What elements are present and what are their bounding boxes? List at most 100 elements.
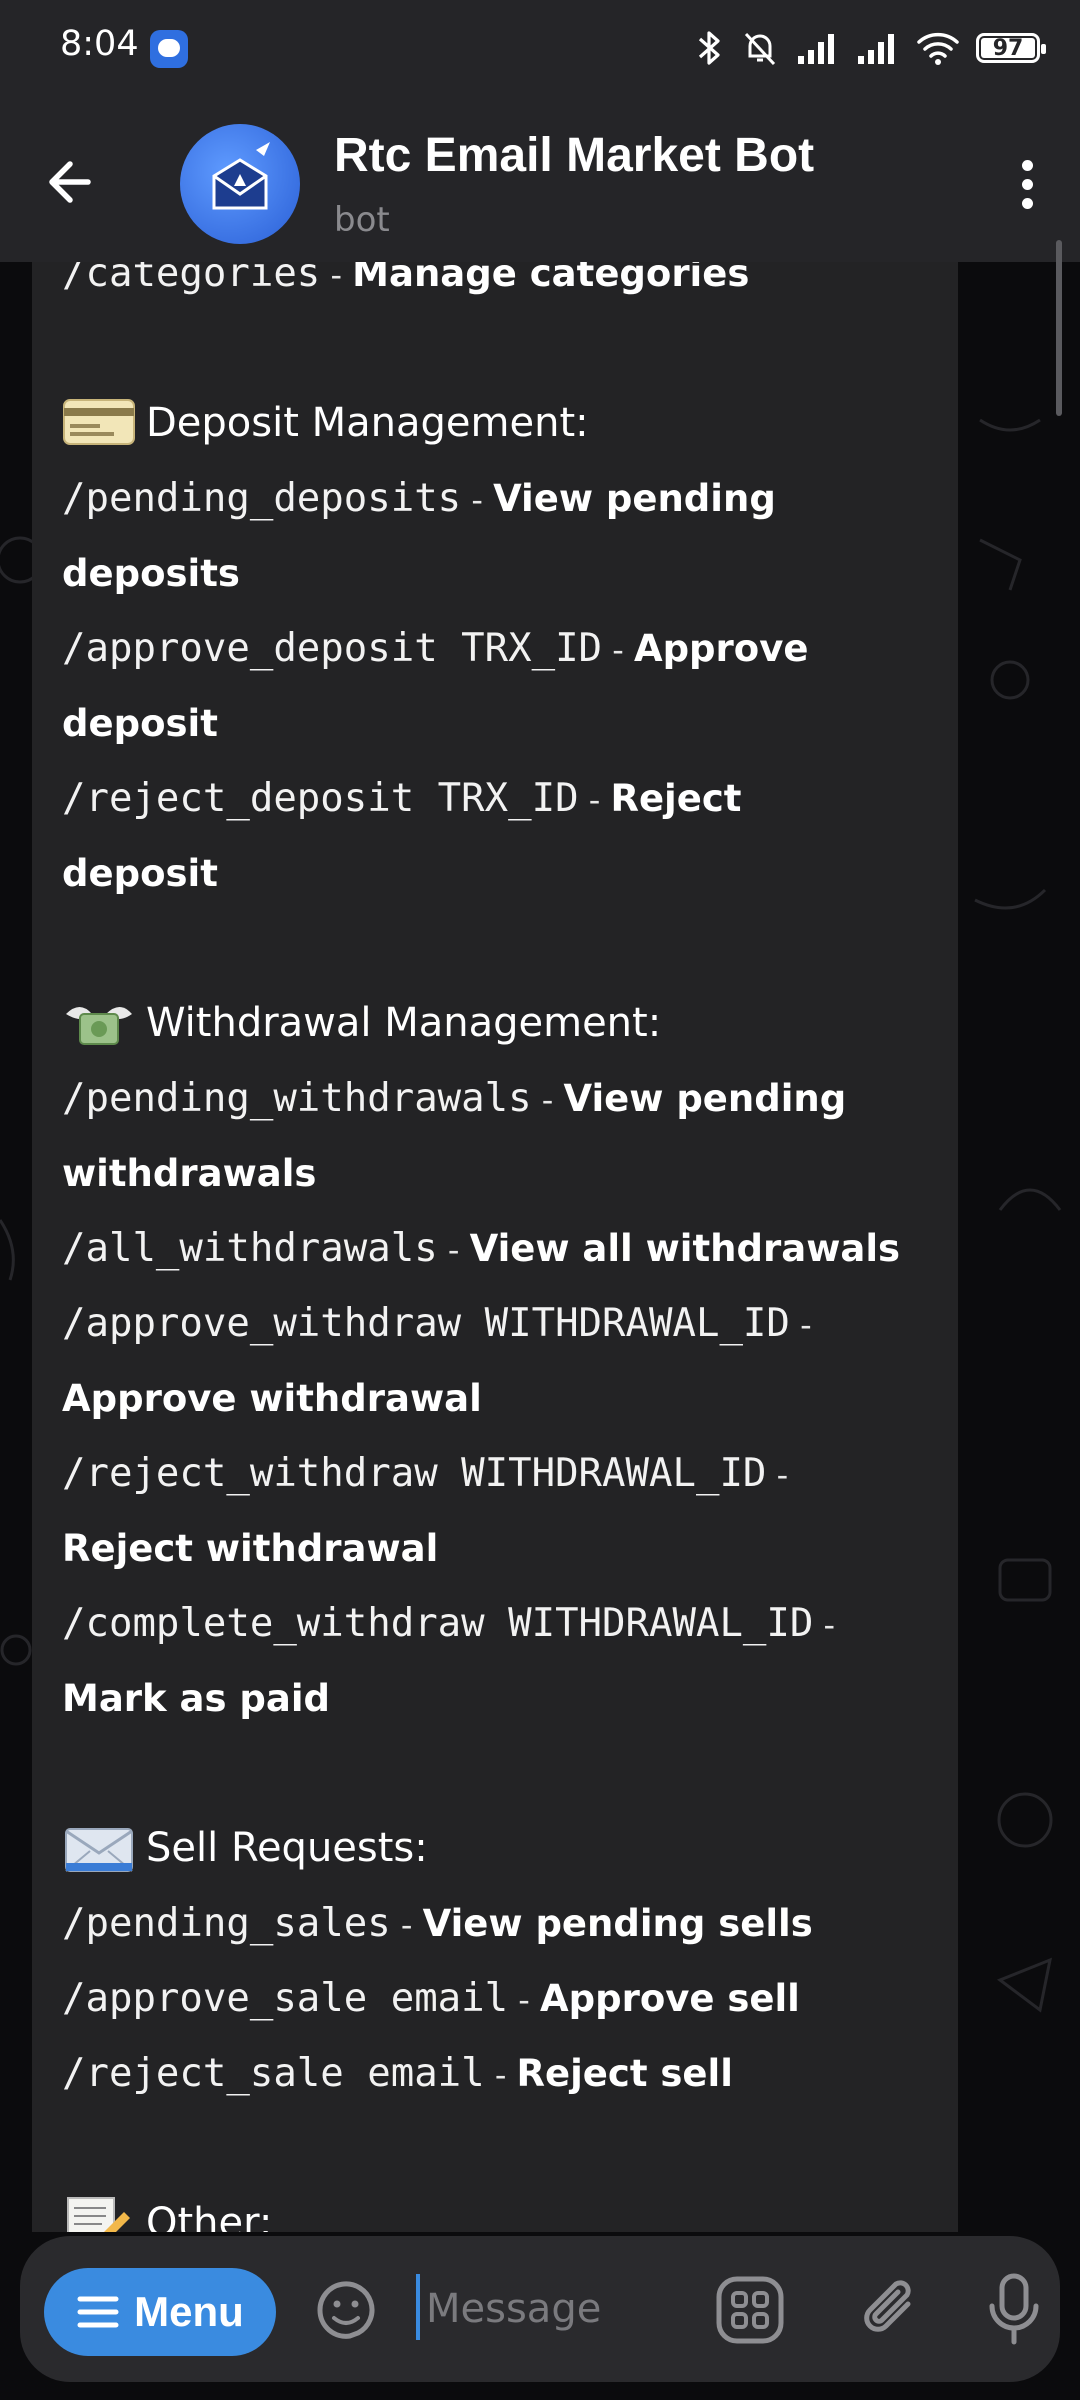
command-description: View pending <box>563 1077 847 1120</box>
description-continuation: deposit <box>62 686 942 761</box>
description-continuation: deposit <box>62 836 942 911</box>
sticker-icon[interactable] <box>310 2274 382 2346</box>
command-link[interactable]: /pending_deposits <box>62 476 461 521</box>
message-input-bar: Menu <box>20 2236 1060 2382</box>
signal-icon-2 <box>858 34 894 64</box>
command-description: deposit <box>62 852 218 895</box>
chat-title[interactable]: Rtc Email Market Bot <box>334 128 814 183</box>
bell-muted-icon <box>744 32 776 66</box>
separator: - <box>508 1981 541 2019</box>
command-link[interactable]: /reject_sale email <box>62 2051 485 2096</box>
command-line: /reject_deposit TRX_ID - Reject <box>62 761 942 836</box>
command-link[interactable]: /pending_withdrawals <box>62 1076 532 1121</box>
microphone-icon[interactable] <box>978 2270 1050 2350</box>
command-description: Reject <box>610 777 742 820</box>
signal-icon <box>798 34 834 64</box>
command-line: /approve_withdraw WITHDRAWAL_ID - <box>62 1286 942 1361</box>
separator: - <box>813 1606 836 1644</box>
command-description: withdrawals <box>62 1152 317 1195</box>
description-continuation: Approve withdrawal <box>62 1361 942 1436</box>
section-heading-text: Deposit Management: <box>146 400 589 446</box>
separator: - <box>320 262 353 294</box>
chat-notification-icon <box>150 30 188 68</box>
command-description: Approve withdrawal <box>62 1377 482 1420</box>
scrollbar-thumb[interactable] <box>1056 240 1062 416</box>
description-continuation: Reject withdrawal <box>62 1511 942 1586</box>
section-heading-text: Other: <box>146 2200 273 2232</box>
separator: - <box>484 2056 517 2094</box>
menu-label: Menu <box>134 2288 244 2335</box>
credit-card-icon <box>62 394 136 450</box>
section-heading: Sell Requests: <box>62 1811 942 1886</box>
command-link[interactable]: /reject_deposit TRX_ID <box>62 776 579 821</box>
status-icons: 97 <box>694 26 1046 70</box>
command-link[interactable]: /all_withdrawals <box>62 1226 438 1271</box>
description-continuation: deposits <box>62 536 942 611</box>
command-link[interactable]: /approve_deposit TRX_ID <box>62 626 602 671</box>
command-line: /pending_sales - View pending sells <box>62 1886 942 1961</box>
more-options-icon[interactable] <box>1002 154 1052 214</box>
back-arrow-icon[interactable] <box>40 152 110 212</box>
memo-icon <box>62 2194 136 2232</box>
chat-header: Rtc Email Market Bot bot <box>0 92 1080 262</box>
separator: - <box>602 631 634 669</box>
incoming-envelope-icon <box>62 1819 136 1875</box>
command-description: View all withdrawals <box>469 1227 901 1270</box>
apps-grid-icon[interactable] <box>714 2274 786 2346</box>
command-line: /reject_withdraw WITHDRAWAL_ID - <box>62 1436 942 1511</box>
separator: - <box>437 1231 470 1269</box>
battery-level: 97 <box>992 35 1024 61</box>
message-text: /categories - Manage categories Deposit M… <box>62 262 942 2232</box>
command-link[interactable]: /pending_sales <box>62 1901 391 1946</box>
command-description: Reject sell <box>516 2052 733 2095</box>
paperclip-icon[interactable] <box>856 2274 928 2346</box>
command-description: Mark as paid <box>62 1677 331 1720</box>
command-link[interactable]: /approve_withdraw WITHDRAWAL_ID <box>62 1301 790 1346</box>
message-input[interactable] <box>420 2274 686 2344</box>
command-description: Approve <box>633 627 809 670</box>
separator: - <box>461 481 494 519</box>
separator: - <box>390 1906 423 1944</box>
command-link[interactable]: /complete_withdraw WITHDRAWAL_ID <box>62 1601 813 1646</box>
bluetooth-icon <box>698 31 720 65</box>
chat-subtitle: bot <box>334 200 390 240</box>
command-description: Approve sell <box>540 1977 800 2020</box>
menu-button[interactable]: Menu <box>44 2268 276 2356</box>
command-line: /categories - Manage categories <box>62 262 942 311</box>
section-heading-text: Sell Requests: <box>146 1825 428 1871</box>
command-line: /pending_withdrawals - View pending <box>62 1061 942 1136</box>
command-line: /reject_sale email - Reject sell <box>62 2036 942 2111</box>
section-heading: Other: <box>62 2186 942 2232</box>
menu-icon <box>77 2296 119 2328</box>
message-bubble: /categories - Manage categories Deposit M… <box>32 262 958 2232</box>
status-time: 8:04 <box>60 24 139 64</box>
separator: - <box>578 781 611 819</box>
command-description: View pending <box>493 477 776 520</box>
command-line: /all_withdrawals - View all withdrawals <box>62 1211 942 1286</box>
wifi-icon <box>917 32 959 65</box>
command-description: Manage categories <box>352 262 750 295</box>
description-continuation: withdrawals <box>62 1136 942 1211</box>
command-line: /pending_deposits - View pending <box>62 461 942 536</box>
command-link[interactable]: /approve_sale email <box>62 1976 508 2021</box>
section-heading-text: Withdrawal Management: <box>146 1000 662 1046</box>
battery-indicator: 97 <box>976 33 1046 63</box>
section-heading: Withdrawal Management: <box>62 986 942 1061</box>
command-link[interactable]: /reject_withdraw WITHDRAWAL_ID <box>62 1451 766 1496</box>
money-with-wings-icon <box>62 994 136 1050</box>
description-continuation: Mark as paid <box>62 1661 942 1736</box>
command-link[interactable]: /categories <box>62 262 320 296</box>
separator: - <box>531 1081 564 1119</box>
command-line: /complete_withdraw WITHDRAWAL_ID - <box>62 1586 942 1661</box>
command-description: Reject withdrawal <box>62 1527 439 1570</box>
status-bar: 8:04 97 <box>0 0 1080 92</box>
bot-avatar[interactable] <box>180 124 300 244</box>
command-line: /approve_sale email - Approve sell <box>62 1961 942 2036</box>
command-description: deposit <box>62 702 218 745</box>
separator: - <box>789 1306 812 1344</box>
separator: - <box>766 1456 789 1494</box>
